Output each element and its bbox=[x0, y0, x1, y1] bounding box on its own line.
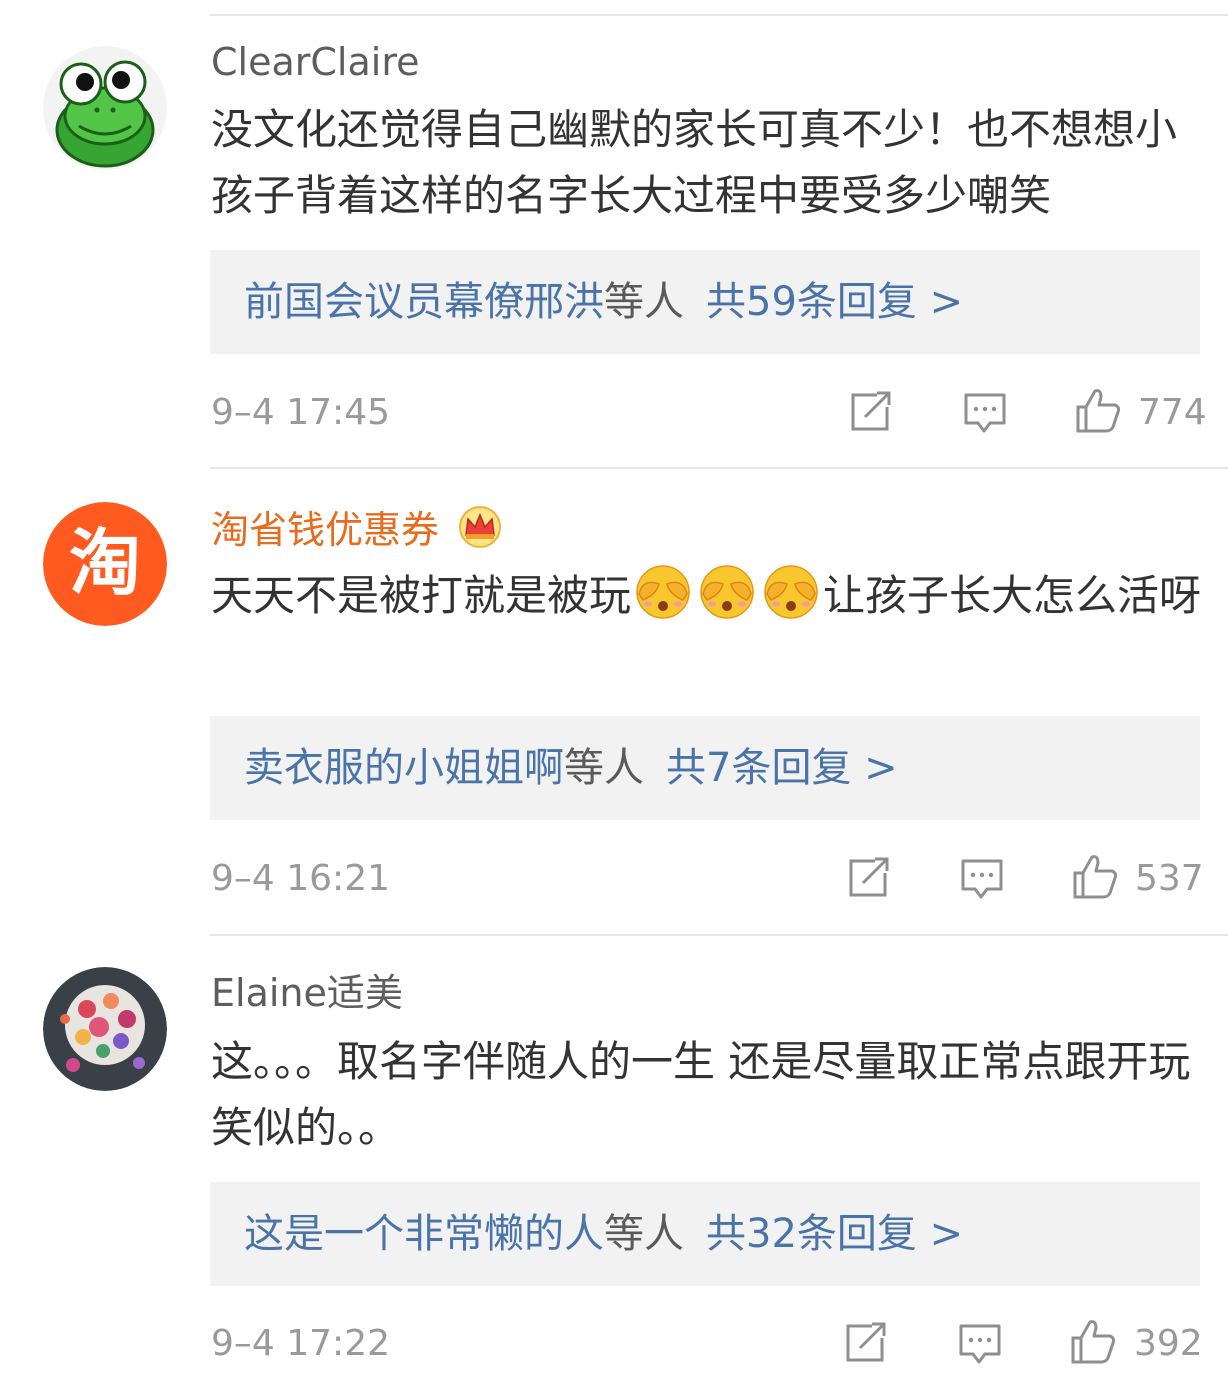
view-replies-link[interactable]: 共59条回复 > bbox=[706, 279, 963, 325]
like-count: 392 bbox=[1134, 1323, 1203, 1364]
username[interactable]: 淘省钱优惠券 bbox=[211, 505, 503, 552]
avatar[interactable] bbox=[43, 967, 167, 1091]
comment-text-part: 天天不是被打就是被玩 bbox=[211, 571, 632, 620]
crown-badge-icon bbox=[459, 506, 502, 548]
timestamp: 9–4 17:45 bbox=[211, 392, 390, 433]
thumbs-up-icon[interactable] bbox=[1070, 1318, 1116, 1364]
repost-icon[interactable] bbox=[845, 855, 891, 901]
top-divider bbox=[210, 14, 1228, 16]
view-replies-link[interactable]: 共32条回复 > bbox=[706, 1211, 963, 1257]
comment-icon[interactable] bbox=[959, 855, 1005, 901]
comment-icon[interactable] bbox=[962, 389, 1008, 435]
flower-cake-avatar-icon bbox=[43, 967, 167, 1091]
repost-icon[interactable] bbox=[847, 389, 893, 435]
like-count: 537 bbox=[1135, 858, 1204, 899]
timestamp: 9–4 17:22 bbox=[211, 1323, 390, 1364]
comment-text: 没文化还觉得自己幽默的家长可真不少！也不想想小孩子背着这样的名字长大过程中要受多… bbox=[211, 105, 1178, 220]
replies-preview[interactable]: 卖衣服的小姐姐啊等人 共7条回复 > bbox=[210, 716, 1200, 820]
comment-text: 这。。。取名字伴随人的一生 还是尽量取正常点跟开玩笑似的。。 bbox=[211, 1037, 1191, 1152]
reply-suffix: 等人 bbox=[604, 1211, 684, 1257]
reply-suffix: 等人 bbox=[604, 279, 684, 325]
timestamp: 9–4 16:21 bbox=[211, 858, 390, 899]
comment-divider bbox=[210, 934, 1228, 936]
reply-author-link[interactable]: 卖衣服的小姐姐啊 bbox=[244, 745, 564, 791]
username[interactable]: Elaine适美 bbox=[211, 971, 403, 1015]
face-covering-eyes-emoji bbox=[700, 565, 754, 619]
reply-author-link[interactable]: 这是一个非常懒的人 bbox=[244, 1211, 604, 1257]
face-covering-eyes-emoji bbox=[636, 565, 690, 619]
replies-preview[interactable]: 前国会议员幕僚邢洪等人 共59条回复 > bbox=[210, 250, 1200, 354]
replies-preview[interactable]: 这是一个非常懒的人等人 共32条回复 > bbox=[210, 1182, 1200, 1286]
comment-text: 天天不是被打就是被玩 让孩子长大怎么活呀 bbox=[211, 563, 1211, 629]
reply-suffix: 等人 bbox=[564, 745, 644, 791]
comment-text-part: 让孩子长大怎么活呀 bbox=[823, 571, 1202, 620]
repost-icon[interactable] bbox=[842, 1320, 888, 1366]
comment-divider bbox=[210, 467, 1228, 469]
like-count: 774 bbox=[1138, 392, 1207, 433]
avatar[interactable]: 淘 bbox=[43, 502, 167, 626]
username[interactable]: ClearClaire bbox=[211, 40, 419, 84]
face-covering-eyes-emoji bbox=[764, 565, 818, 619]
username-text[interactable]: 淘省钱优惠券 bbox=[211, 508, 439, 552]
svg-text:淘: 淘 bbox=[69, 521, 141, 605]
frog-avatar-icon bbox=[43, 46, 167, 170]
thumbs-up-icon[interactable] bbox=[1075, 387, 1121, 433]
reply-author-link[interactable]: 前国会议员幕僚邢洪 bbox=[244, 279, 604, 325]
avatar[interactable] bbox=[43, 46, 167, 170]
thumbs-up-icon[interactable] bbox=[1072, 853, 1118, 899]
comment-icon[interactable] bbox=[957, 1320, 1003, 1366]
view-replies-link[interactable]: 共7条回复 > bbox=[666, 745, 898, 791]
taobao-avatar-icon: 淘 bbox=[43, 502, 167, 626]
